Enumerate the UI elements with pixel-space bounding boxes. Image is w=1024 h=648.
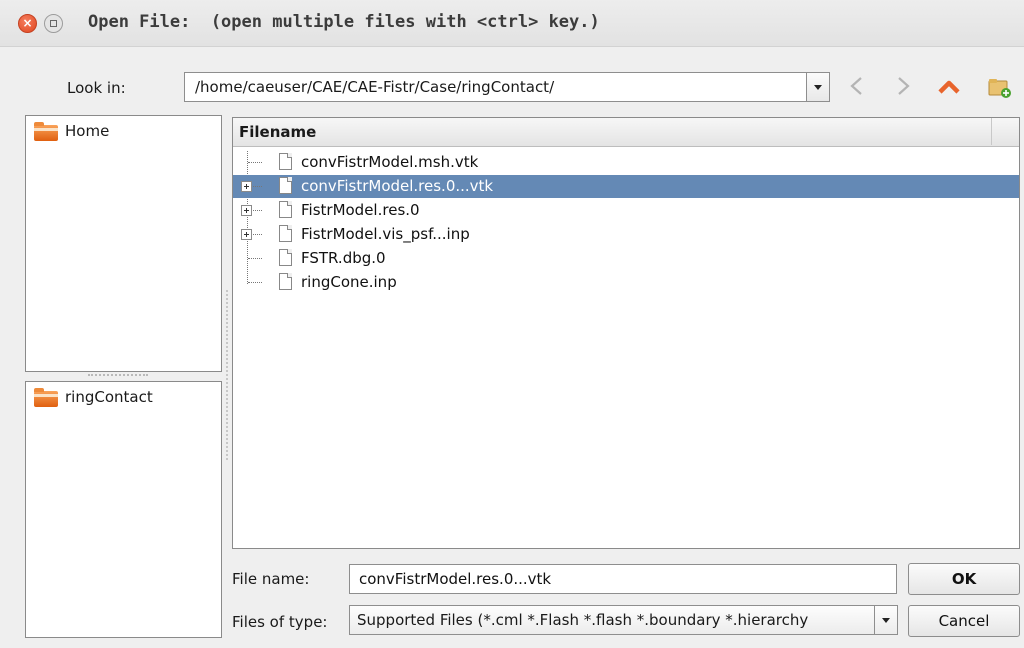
file-row[interactable]: FSTR.dbg.0 [233,247,1019,270]
place-label: ringContact [65,388,153,406]
tree-branch-line [248,282,262,283]
tree-branch-line [248,162,262,163]
expand-icon[interactable] [241,205,252,216]
file-name: FSTR.dbg.0 [301,249,386,267]
dropdown-arrow-icon[interactable] [874,606,897,634]
file-name: ringCone.inp [301,273,397,291]
up-folder-button[interactable] [934,70,964,102]
folder-icon [34,122,58,141]
places-recent-panel: ringContact [25,381,222,638]
places-splitter-handle[interactable] [88,374,148,380]
file-name-input[interactable] [350,565,896,593]
look-in-path: /home/caeuser/CAE/CAE-Fistr/Case/ringCon… [195,78,555,96]
back-button[interactable] [842,70,872,102]
maximize-icon [50,20,57,27]
folder-icon [34,388,58,407]
file-icon [279,249,292,266]
file-name-field[interactable] [349,564,897,594]
dialog-title: Open File: (open multiple files with <ct… [88,12,600,32]
column-header-label: Filename [239,123,317,141]
file-row[interactable]: ringCone.inp [233,271,1019,294]
file-type-select[interactable]: Supported Files (*.cml *.Flash *.flash *… [349,605,898,635]
close-icon: × [22,16,33,30]
file-row[interactable]: FistrModel.res.0 [233,199,1019,222]
maximize-window-button[interactable] [44,14,63,33]
file-icon [279,153,292,170]
expand-icon[interactable] [241,229,252,240]
column-header-end [991,118,1019,145]
look-in-combobox[interactable]: /home/caeuser/CAE/CAE-Fistr/Case/ringCon… [184,72,830,102]
file-row[interactable]: FistrModel.vis_psf...inp [233,223,1019,246]
new-folder-button[interactable] [984,70,1014,102]
file-name: FistrModel.res.0 [301,201,420,219]
file-row[interactable]: convFistrModel.res.0...vtk [233,175,1019,198]
file-name: FistrModel.vis_psf...inp [301,225,470,243]
column-header-filename[interactable]: Filename [233,118,1019,147]
file-type-value: Supported Files (*.cml *.Flash *.flash *… [357,611,809,629]
file-icon [279,273,292,290]
back-icon [850,77,862,95]
look-in-label: Look in: [67,79,126,97]
close-window-button[interactable]: × [18,14,37,33]
title-bar: × Open File: (open multiple files with <… [0,0,1024,47]
tree-branch-line [248,258,262,259]
file-name: convFistrModel.msh.vtk [301,153,479,171]
cancel-button[interactable]: Cancel [908,605,1020,637]
expand-icon[interactable] [241,181,252,192]
file-type-label: Files of type: [232,613,328,631]
file-name: convFistrModel.res.0...vtk [301,177,494,195]
forward-button[interactable] [888,70,918,102]
file-name-label: File name: [232,570,310,588]
up-icon [938,80,960,94]
file-list[interactable]: Filename convFistrModel.msh.vtk convFist… [232,117,1020,549]
file-icon [279,225,292,242]
new-folder-icon [988,79,1011,98]
places-favorites-panel: Home [25,115,222,372]
file-icon [279,177,292,194]
ok-button[interactable]: OK [908,563,1020,595]
file-icon [279,201,292,218]
forward-icon [898,77,910,95]
panel-splitter-handle[interactable] [226,290,230,460]
file-row[interactable]: convFistrModel.msh.vtk [233,151,1019,174]
dropdown-arrow-icon[interactable] [806,73,829,101]
place-label: Home [65,122,110,140]
